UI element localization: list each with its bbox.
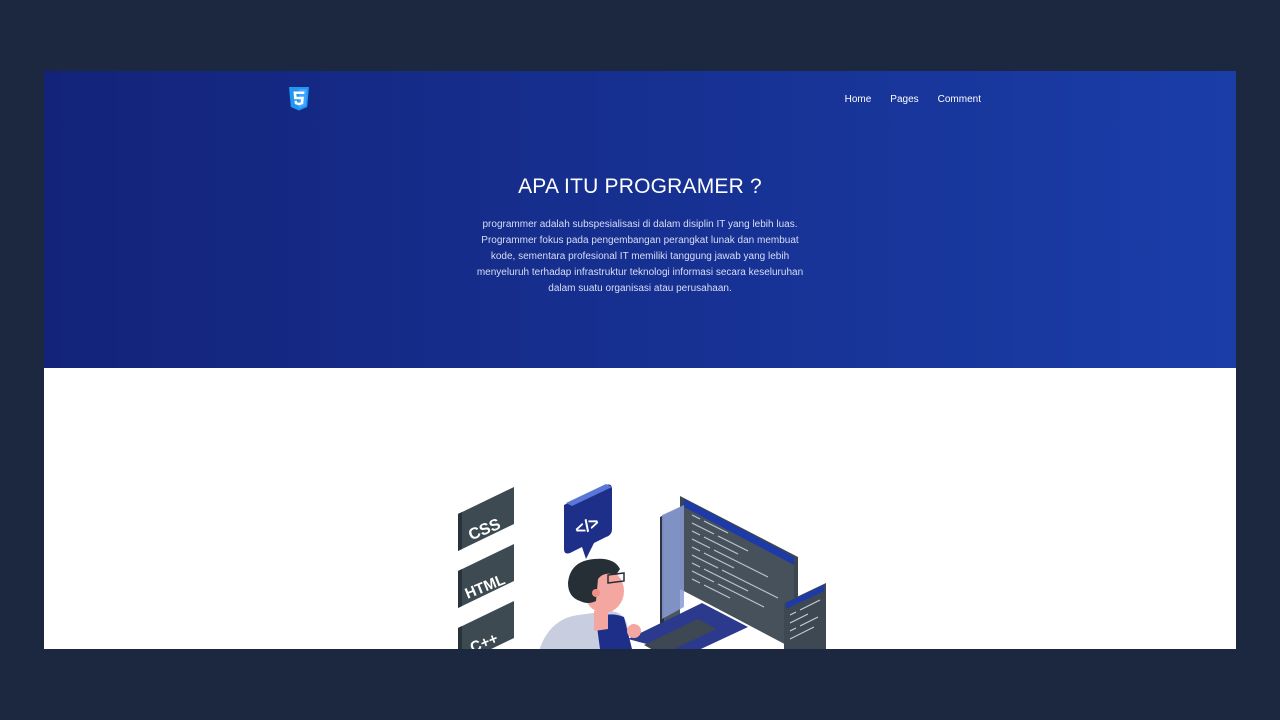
nav-home-link[interactable]: Home: [845, 94, 872, 105]
code-bubble-icon: </>: [564, 484, 612, 559]
html-badge: HTML: [458, 544, 514, 608]
css-badge: CSS: [458, 487, 514, 551]
cpp-badge: C++: [458, 601, 514, 649]
hero-section: Home Pages Comment APA ITU PROGRAMER ? p…: [44, 71, 1236, 368]
hero-title: APA ITU PROGRAMER ?: [518, 175, 762, 198]
programmer-illustration: CSS HTML C++ </>: [458, 484, 826, 649]
html5-shield-icon[interactable]: [288, 87, 310, 111]
top-nav: Home Pages Comment: [845, 94, 981, 105]
hero-description: programmer adalah subspesialisasi di dal…: [476, 219, 804, 294]
page-viewport: Home Pages Comment APA ITU PROGRAMER ? p…: [44, 71, 1236, 649]
nav-pages-link[interactable]: Pages: [890, 94, 918, 105]
programmer-figure: [539, 558, 641, 649]
nav-comment-link[interactable]: Comment: [938, 94, 981, 105]
